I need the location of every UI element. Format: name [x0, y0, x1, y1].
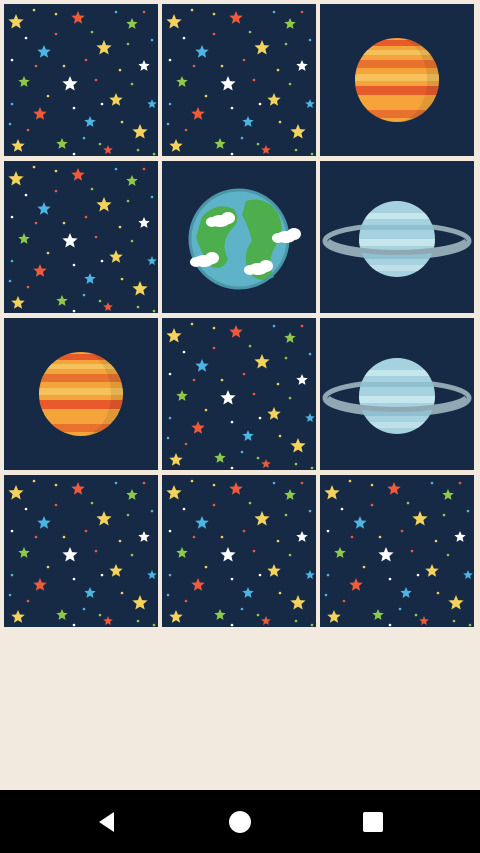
back-triangle-icon [99, 811, 114, 832]
card-r3-c3[interactable] [320, 318, 474, 470]
recents-square-icon [363, 811, 383, 832]
card-back-stars-pattern [162, 4, 316, 156]
card-back-stars-pattern [4, 475, 158, 627]
card-r2-c2[interactable] [162, 161, 316, 313]
home-circle-icon [229, 810, 251, 833]
card-back-stars-pattern [320, 475, 474, 627]
card-r4-c3[interactable] [320, 475, 474, 627]
jupiter-planet-image [4, 318, 158, 470]
recents-button[interactable] [333, 790, 413, 853]
back-button[interactable] [67, 790, 147, 853]
card-r4-c2[interactable] [162, 475, 316, 627]
saturn-planet-image [320, 318, 474, 470]
saturn-planet-image [320, 161, 474, 313]
jupiter-planet-image [320, 4, 474, 156]
system-navigation-bar [0, 790, 480, 853]
card-back-stars-pattern [162, 475, 316, 627]
card-back-stars-pattern [4, 4, 158, 156]
card-back-stars-pattern [4, 161, 158, 313]
earth-planet-image [162, 161, 316, 313]
memory-board [0, 0, 480, 632]
card-r1-c2[interactable] [162, 4, 316, 156]
card-r3-c2[interactable] [162, 318, 316, 470]
card-r1-c1[interactable] [4, 4, 158, 156]
card-r3-c1[interactable] [4, 318, 158, 470]
card-r2-c3[interactable] [320, 161, 474, 313]
card-back-stars-pattern [162, 318, 316, 470]
home-button[interactable] [200, 790, 280, 853]
card-r4-c1[interactable] [4, 475, 158, 627]
card-r1-c3[interactable] [320, 4, 474, 156]
card-r2-c1[interactable] [4, 161, 158, 313]
